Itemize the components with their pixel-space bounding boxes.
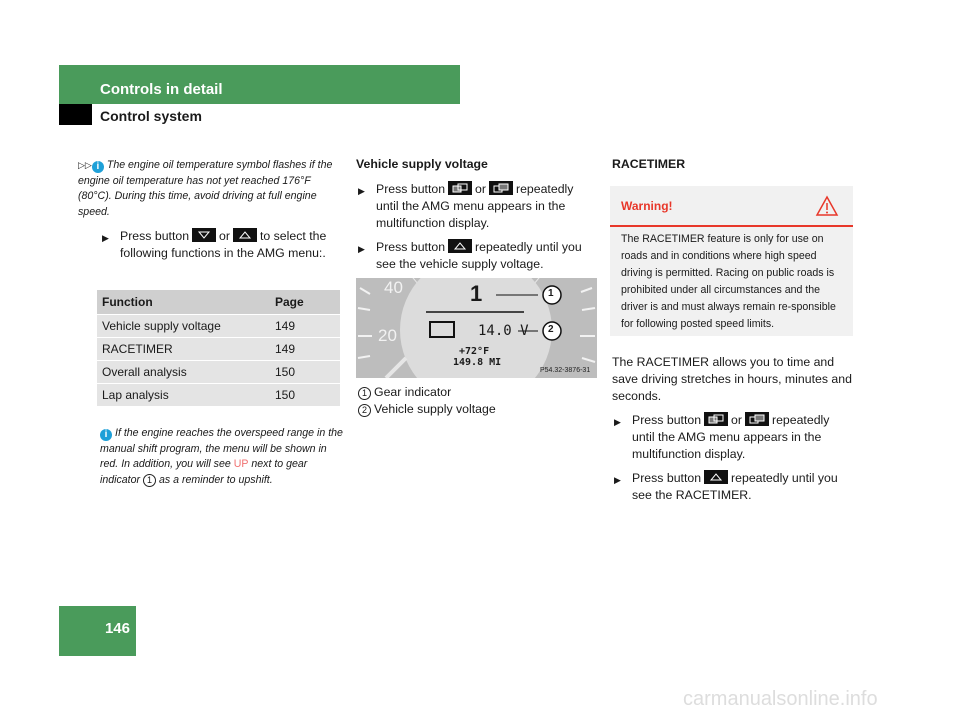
header-cell: Function [97,290,270,315]
step-text: Press button [632,413,702,427]
table-row: RACETIMER 149 [97,337,340,361]
temperature-display: +72°F [459,346,490,357]
warning-divider [610,225,853,227]
arrow-down-key-icon [192,228,217,242]
arrow-up-key-icon [232,228,257,242]
header-marker [59,104,92,125]
table-row: Vehicle supply voltage 149 [97,314,340,338]
legend-label: Vehicle supply voltage [374,402,496,416]
step-text: or [219,229,230,243]
gauge-label: 40 [384,278,403,297]
display-back-key-icon [448,181,473,195]
info-icon: i [100,429,112,441]
step-open-amg-menu-racetimer: ▶ Press button or repeatedly until the AMG… [614,412,854,463]
step-show-voltage: ▶ Press button repeatedly until you see t… [358,239,598,273]
oil-temp-note: ▷▷ i The engine oil temperature symbol fla… [78,158,343,220]
table-row: Overall analysis 150 [97,360,340,384]
arrow-up-key-icon [704,470,729,484]
page-number-box: 146 [59,606,136,656]
note-text: as a reminder to upshift. [159,473,273,486]
bullet-icon: ▶ [614,417,621,427]
page-number: 146 [104,620,130,637]
cell: 150 [270,360,340,384]
vehicle-supply-heading: Vehicle supply voltage [356,157,488,171]
odometer-display: 149.8 MI [453,357,502,368]
racetimer-heading: RACETIMER [612,157,686,171]
gauge-label: 20 [378,326,397,345]
display-back-key-icon [704,412,729,426]
overspeed-note: i If the engine reaches the overspeed ran… [100,426,345,488]
subsection-title: Control system [100,108,202,124]
cell: 150 [270,383,340,407]
cell: Vehicle supply voltage [97,314,270,338]
figure-legend: 1 Gear indicator 2 Vehicle supply voltage [358,384,496,418]
header-cell: Page [270,290,340,315]
callout-number: 1 [358,387,371,400]
cell: 149 [270,314,340,338]
callout-2: 2 [548,324,554,335]
callout-number: 1 [143,473,156,487]
upshift-indicator: UP [233,458,249,470]
bullet-icon: ▶ [614,475,621,485]
step-text: Press button [376,240,446,254]
legend-label: Gear indicator [374,385,452,399]
instrument-cluster-figure: 40 20 1 14.0 V +72°F 149.8 MI 1 2 P54.32… [356,278,597,378]
display-forward-key-icon [488,181,513,195]
callout-number: 2 [358,404,371,417]
watermark: carmanualsonline.info [683,688,878,710]
warning-text: The RACETIMER feature is only for use on… [621,233,836,330]
legend-item: 2 Vehicle supply voltage [358,401,496,418]
table-row: Lap analysis 150 [97,383,340,407]
warning-triangle-icon [815,195,839,216]
section-header: Controls in detail [59,65,460,104]
step-open-amg-menu: ▶ Press button or repeatedly until the AMG… [358,181,598,232]
step-text: Press button [376,182,446,196]
display-forward-key-icon [744,412,769,426]
function-table: Function Page Vehicle supply voltage 149 R… [97,290,340,407]
cell: RACETIMER [97,337,270,361]
step-text: Press button [120,229,190,243]
warning-box: Warning! The RACETIMER feature is only f… [610,186,853,336]
voltage-display: 14.0 V [478,323,529,339]
arrow-up-key-icon [448,239,473,253]
racetimer-intro: The RACETIMER allows you to time and sav… [612,355,852,403]
step-text: or [475,182,486,196]
bullet-icon: ▶ [358,186,365,196]
step-text: or [731,413,742,427]
bullet-icon: ▶ [102,233,109,243]
step-show-racetimer: ▶ Press button repeatedly until you see t… [614,470,854,504]
step-select-function: ▶ Press button or to select the following … [102,228,327,262]
figure-code: P54.32-3876-31 [540,367,591,374]
gear-display: 1 [470,281,483,306]
note-text: The engine oil temperature symbol flashe… [78,159,333,218]
table-header: Function Page [97,290,340,315]
callout-1: 1 [548,288,554,299]
cell: 149 [270,337,340,361]
warning-title: Warning! [621,199,673,213]
info-icon: i [91,161,104,173]
step-text: Press button [632,471,702,485]
section-title: Controls in detail [100,81,223,98]
continued-marker: ▷▷ [78,160,92,170]
cell: Overall analysis [97,360,270,384]
cell: Lap analysis [97,383,270,407]
bullet-icon: ▶ [358,244,365,254]
legend-item: 1 Gear indicator [358,384,496,401]
